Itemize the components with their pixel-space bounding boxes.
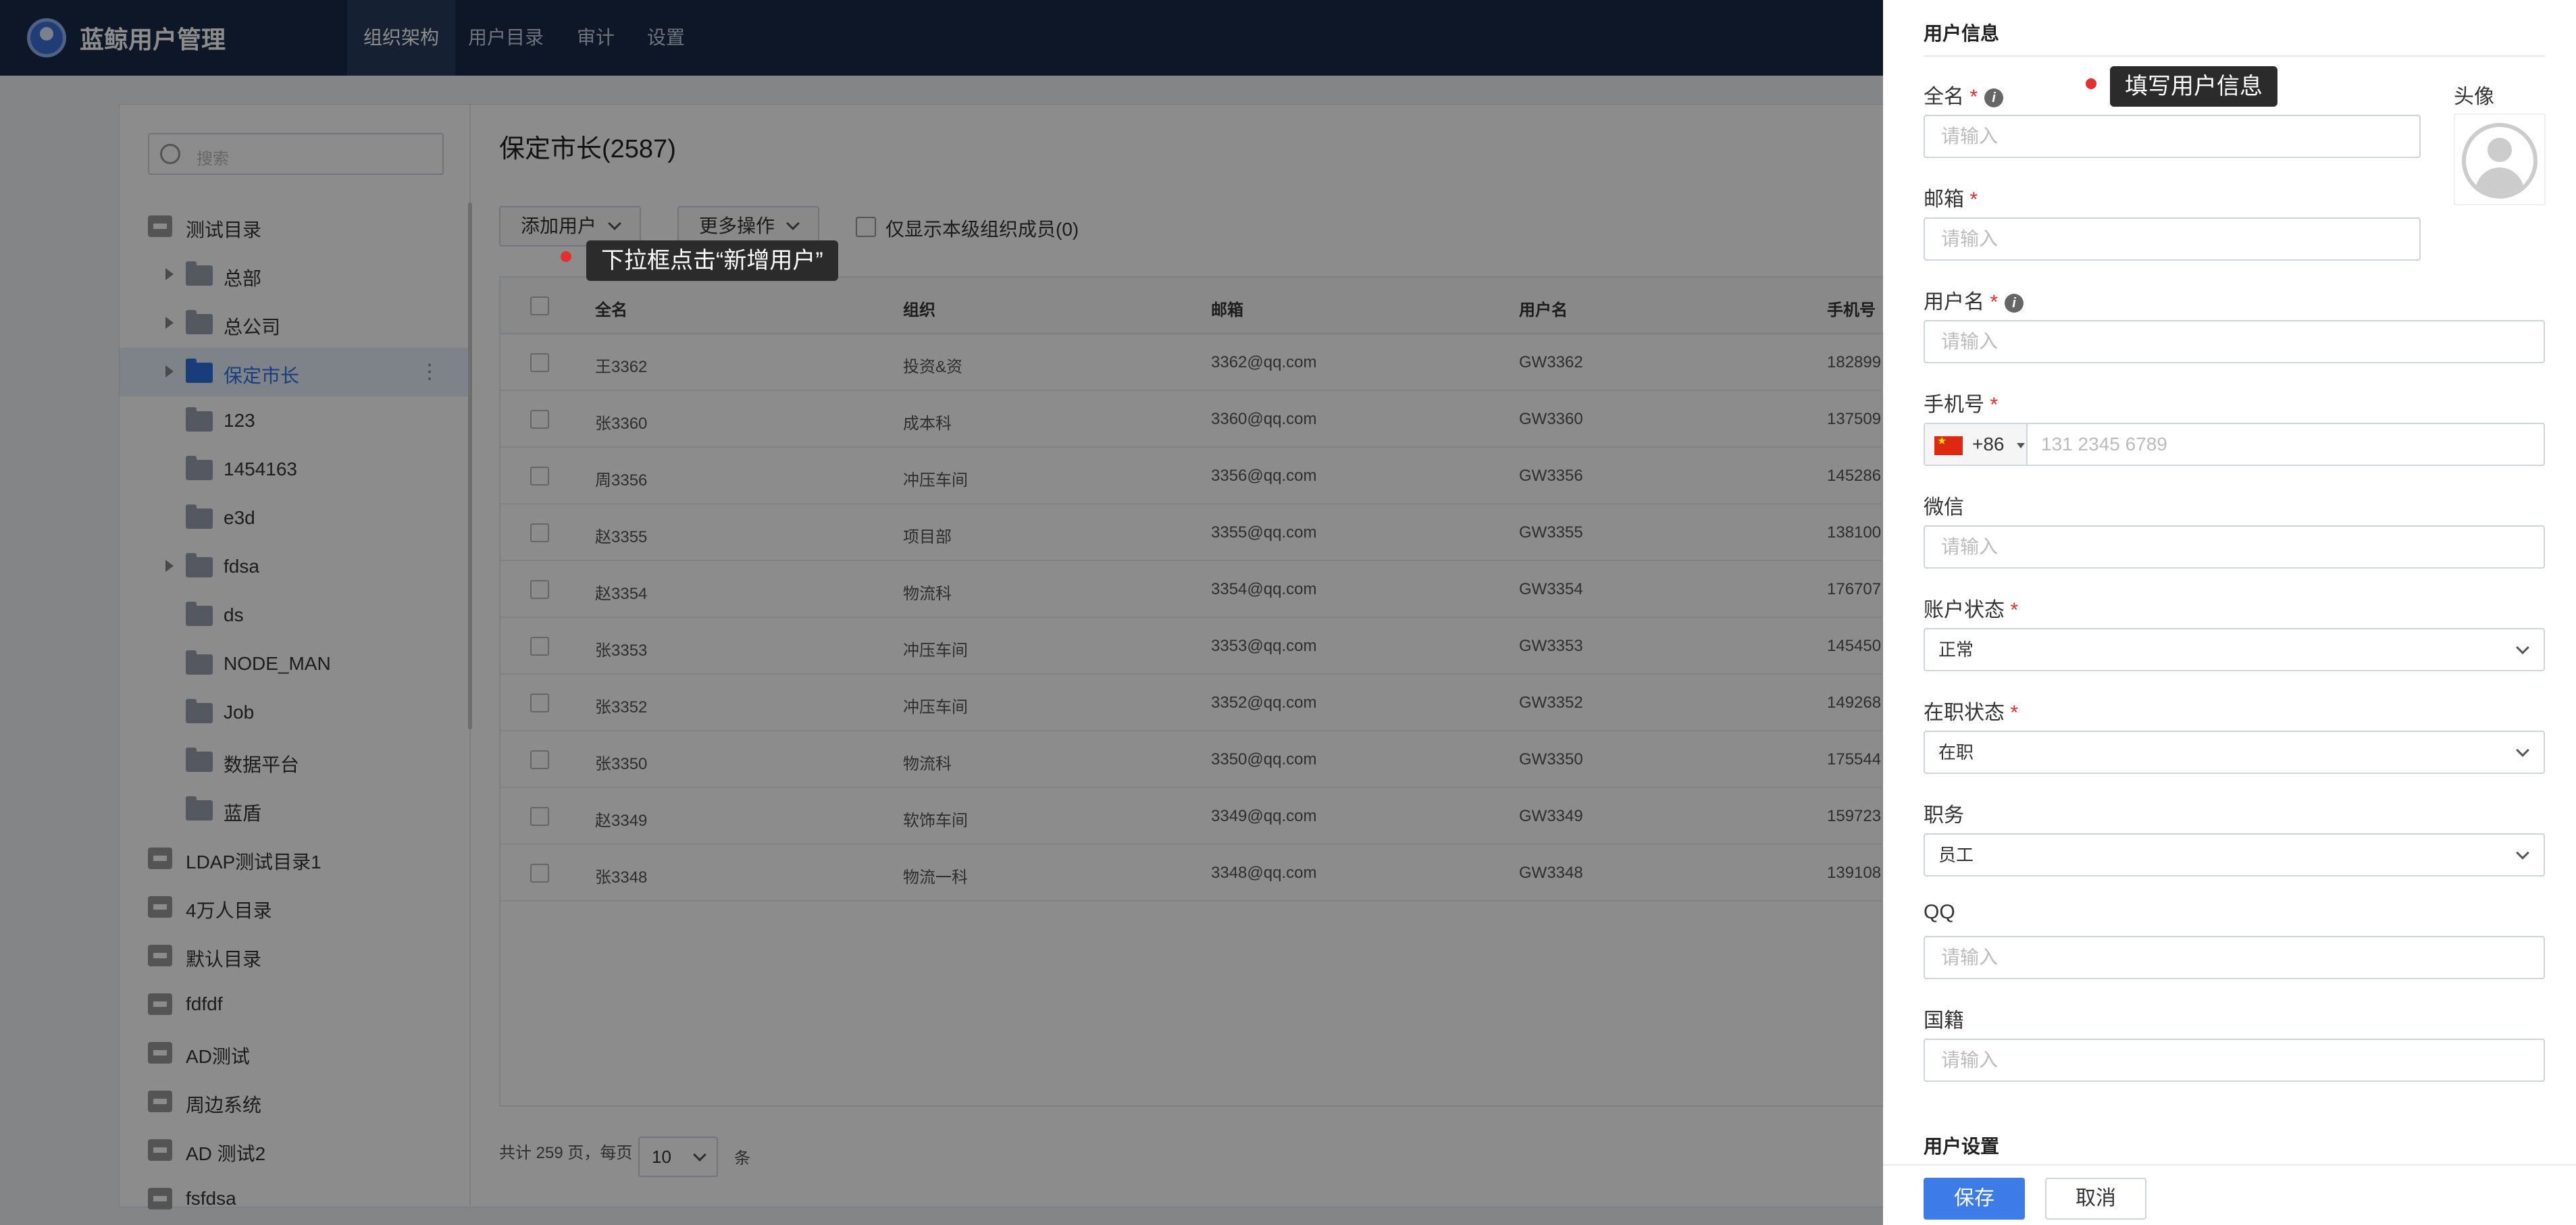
hint-dot <box>561 251 571 262</box>
caret-down-icon <box>2017 443 2025 448</box>
account-status-label: 账户状态 * <box>1924 599 2019 621</box>
position-select[interactable]: 员工 <box>1924 833 2545 877</box>
wechat-label: 微信 <box>1924 496 1964 519</box>
email-label: 邮箱 * <box>1924 188 1978 211</box>
employment-status-label: 在职状态 * <box>1924 702 2019 724</box>
info-icon[interactable]: i <box>1984 88 2004 108</box>
full-name-label: 全名 * i <box>1924 80 2004 109</box>
email-input[interactable]: 请输入 <box>1924 217 2421 261</box>
section-user-settings-title: 用户设置 <box>1924 1136 2000 1157</box>
full-name-input[interactable]: 请输入 <box>1924 115 2421 158</box>
create-user-drawer: 用户信息 全名 * i 请输入 头像 邮箱 * 请输入 用户名 * i 请输入 手机… <box>1883 0 2576 1225</box>
chevron-down-icon <box>2516 846 2529 860</box>
username-input[interactable]: 请输入 <box>1924 320 2545 363</box>
country-code-select[interactable]: +86 <box>1925 424 2028 465</box>
avatar-label: 头像 <box>2454 86 2494 108</box>
fill-info-hint-tooltip: 填写用户信息 <box>2110 66 2277 107</box>
qq-label: QQ <box>1924 901 1955 923</box>
account-status-select[interactable]: 正常 <box>1924 628 2545 671</box>
save-button[interactable]: 保存 <box>1924 1178 2025 1220</box>
country-code: +86 <box>1972 434 2005 454</box>
position-label: 职务 <box>1924 804 1964 827</box>
username-label: 用户名 * i <box>1924 285 2024 315</box>
avatar-upload[interactable] <box>2454 113 2546 205</box>
drawer-footer: 保存 取消 <box>1883 1164 2576 1225</box>
phone-input[interactable]: +86 131 2345 6789 <box>1924 423 2545 466</box>
modal-backdrop[interactable] <box>0 0 1883 1225</box>
employment-status-select[interactable]: 在职 <box>1924 731 2545 774</box>
nationality-input[interactable]: 请输入 <box>1924 1039 2545 1082</box>
avatar-icon <box>2462 123 2538 199</box>
phone-label: 手机号 * <box>1924 394 1999 416</box>
info-icon[interactable]: i <box>2005 294 2024 313</box>
cancel-button[interactable]: 取消 <box>2045 1178 2146 1220</box>
qq-input[interactable]: 请输入 <box>1924 936 2545 979</box>
add-user-hint-tooltip: 下拉框点击“新增用户” <box>586 240 838 281</box>
chevron-down-icon <box>2516 641 2529 654</box>
hint-dot <box>2086 78 2096 89</box>
nationality-label: 国籍 <box>1924 1010 1964 1032</box>
section-user-info-title: 用户信息 <box>1924 23 2000 44</box>
china-flag-icon <box>1934 435 1963 455</box>
chevron-down-icon <box>2516 744 2529 757</box>
phone-placeholder: 131 2345 6789 <box>2041 434 2167 454</box>
section-divider <box>1924 55 2545 57</box>
wechat-input[interactable]: 请输入 <box>1924 525 2545 569</box>
